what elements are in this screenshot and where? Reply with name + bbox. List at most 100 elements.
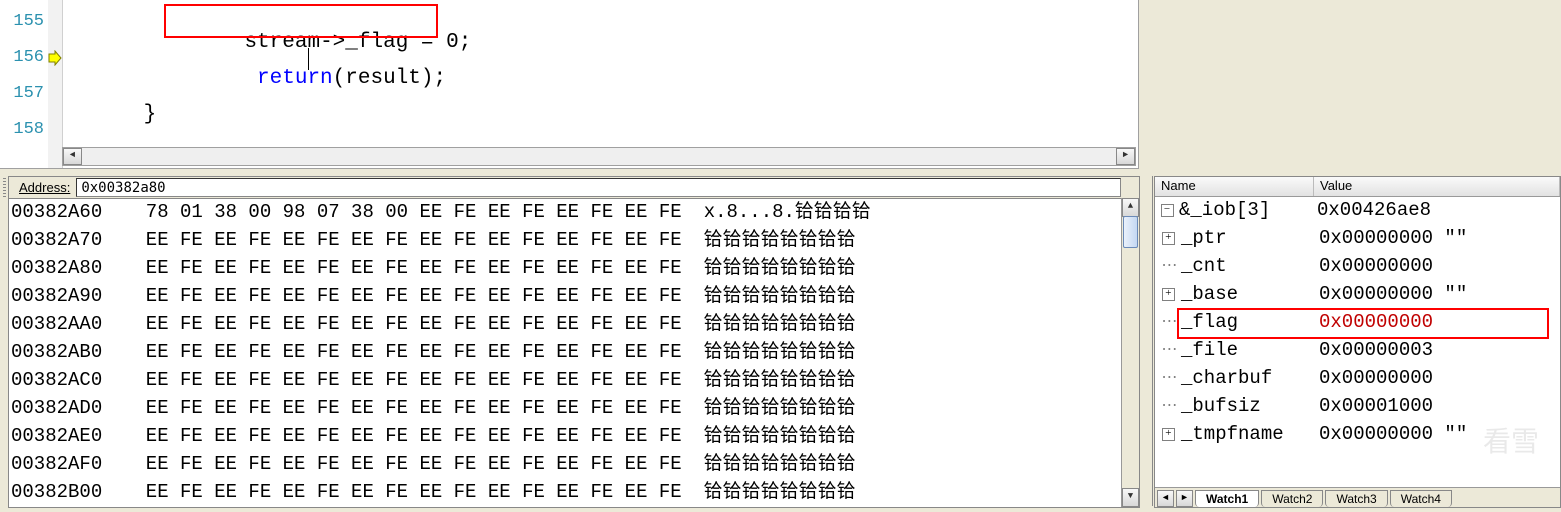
tree-leaf-icon: ⋯ — [1155, 364, 1179, 393]
expand-plus-icon[interactable]: + — [1155, 280, 1179, 308]
watch-name: _ptr — [1179, 224, 1315, 252]
watch-value: 0x00000000 "" — [1315, 280, 1560, 308]
memory-bytes: EE FE EE FE EE FE EE FE EE FE EE FE EE F… — [113, 282, 682, 310]
watch-row[interactable]: ⋯_file0x00000003 — [1155, 336, 1560, 364]
memory-bytes: EE FE EE FE EE FE EE FE EE FE EE FE EE F… — [113, 254, 682, 282]
current-line-arrow-icon — [48, 50, 62, 70]
watch-name: _base — [1179, 280, 1315, 308]
line-number: 156 — [0, 48, 44, 67]
memory-ascii: 铪铪铪铪铪铪铪铪 — [682, 254, 856, 282]
memory-address: 00382AB0 — [9, 338, 113, 366]
watch-row[interactable]: ⋯_cnt0x00000000 — [1155, 252, 1560, 280]
memory-address-bar: Address: — [9, 177, 1139, 199]
scroll-down-button[interactable]: ▼ — [1122, 488, 1139, 507]
memory-bytes: EE FE EE FE EE FE EE FE EE FE EE FE EE F… — [113, 422, 682, 450]
memory-ascii: 铪铪铪铪铪铪铪铪 — [682, 478, 856, 506]
watch-value: 0x00000003 — [1315, 336, 1560, 364]
code-body[interactable]: stream->_flag = 0; return(result); } — [62, 0, 1138, 168]
tree-leaf-icon: ⋯ — [1155, 252, 1179, 281]
code-token: 0 — [446, 31, 459, 54]
memory-hex-view[interactable]: 00382A60 78 01 38 00 98 07 38 00 EE FE E… — [9, 198, 1122, 507]
watch-row[interactable]: ⋯_bufsiz0x00001000 — [1155, 392, 1560, 420]
scroll-track[interactable] — [82, 148, 1116, 165]
memory-address: 00382A60 — [9, 198, 113, 226]
memory-bytes: EE FE EE FE EE FE EE FE EE FE EE FE EE F… — [113, 450, 682, 478]
memory-bytes: EE FE EE FE EE FE EE FE EE FE EE FE EE F… — [113, 394, 682, 422]
memory-bytes: EE FE EE FE EE FE EE FE EE FE EE FE EE F… — [113, 310, 682, 338]
memory-row[interactable]: 00382AB0 EE FE EE FE EE FE EE FE EE FE E… — [9, 338, 1122, 366]
expand-minus-icon[interactable]: − — [1155, 196, 1179, 224]
scroll-thumb[interactable] — [1123, 216, 1138, 248]
code-indent — [144, 67, 257, 90]
tree-leaf-icon: ⋯ — [1155, 392, 1179, 421]
watch-value: 0x00001000 — [1315, 392, 1560, 420]
highlight-box — [1177, 308, 1549, 339]
tab-watch3[interactable]: Watch3 — [1325, 490, 1387, 507]
memory-row[interactable]: 00382AA0 EE FE EE FE EE FE EE FE EE FE E… — [9, 310, 1122, 338]
watch-name: _file — [1179, 336, 1315, 364]
memory-ascii: 铪铪铪铪铪铪铪铪 — [682, 422, 856, 450]
code-token: } — [144, 103, 157, 126]
watch-row[interactable]: +_tmpfname0x00000000 "" — [1155, 420, 1560, 448]
memory-row[interactable]: 00382A60 78 01 38 00 98 07 38 00 EE FE E… — [9, 198, 1122, 226]
watch-name: _charbuf — [1179, 364, 1315, 392]
tab-scroll-right[interactable]: ► — [1176, 490, 1193, 507]
memory-bytes: EE FE EE FE EE FE EE FE EE FE EE FE EE F… — [113, 478, 682, 506]
memory-row[interactable]: 00382AC0 EE FE EE FE EE FE EE FE EE FE E… — [9, 366, 1122, 394]
text-caret — [308, 48, 309, 70]
memory-address: 00382A80 — [9, 254, 113, 282]
memory-address: 00382A90 — [9, 282, 113, 310]
pane-resize-handle[interactable] — [1144, 176, 1153, 506]
watch-header-value[interactable]: Value — [1314, 177, 1560, 196]
watch-value: 0x00000000 — [1315, 252, 1560, 280]
watch-value: 0x00000000 "" — [1315, 224, 1560, 252]
expand-plus-icon[interactable]: + — [1155, 420, 1179, 448]
memory-ascii: x.8...8.铪铪铪铪 — [682, 198, 871, 226]
expand-plus-icon[interactable]: + — [1155, 224, 1179, 252]
code-token: ; — [459, 31, 472, 54]
memory-row[interactable]: 00382B00 EE FE EE FE EE FE EE FE EE FE E… — [9, 478, 1122, 506]
tree-leaf-icon: ⋯ — [1155, 336, 1179, 365]
scroll-right-button[interactable]: ► — [1116, 148, 1135, 165]
line-number-gutter: 155 156 157 158 — [0, 0, 49, 168]
memory-address: 00382A70 — [9, 226, 113, 254]
watch-row[interactable]: +_base0x00000000 "" — [1155, 280, 1560, 308]
memory-row[interactable]: 00382AF0 EE FE EE FE EE FE EE FE EE FE E… — [9, 450, 1122, 478]
address-input[interactable] — [76, 178, 1121, 197]
watch-tabs: ◄ ► Watch1 Watch2 Watch3 Watch4 — [1155, 487, 1560, 507]
scroll-up-button[interactable]: ▲ — [1122, 198, 1139, 217]
memory-bytes: EE FE EE FE EE FE EE FE EE FE EE FE EE F… — [113, 338, 682, 366]
line-number: 158 — [0, 120, 44, 139]
horizontal-scrollbar[interactable]: ◄ ► — [62, 147, 1136, 166]
watch-row[interactable]: ⋯_charbuf0x00000000 — [1155, 364, 1560, 392]
watch-value: 0x00000000 — [1315, 364, 1560, 392]
marker-column — [48, 0, 63, 168]
memory-row[interactable]: 00382AD0 EE FE EE FE EE FE EE FE EE FE E… — [9, 394, 1122, 422]
code-token: (result); — [333, 67, 446, 90]
tree-leaf-icon: ⋯ — [1155, 308, 1179, 337]
vertical-scrollbar[interactable]: ▲ ▼ — [1121, 198, 1139, 507]
tab-watch2[interactable]: Watch2 — [1261, 490, 1323, 507]
watch-row[interactable]: −&_iob[3]0x00426ae8 — [1155, 196, 1560, 224]
watch-body[interactable]: −&_iob[3]0x00426ae8 +_ptr0x00000000 "" ⋯… — [1155, 196, 1560, 488]
watch-row[interactable]: +_ptr0x00000000 "" — [1155, 224, 1560, 252]
memory-bytes: EE FE EE FE EE FE EE FE EE FE EE FE EE F… — [113, 366, 682, 394]
watch-pane: Name Value −&_iob[3]0x00426ae8 +_ptr0x00… — [1154, 176, 1561, 508]
memory-address: 00382AE0 — [9, 422, 113, 450]
scroll-left-button[interactable]: ◄ — [63, 148, 82, 165]
memory-bytes: EE FE EE FE EE FE EE FE EE FE EE FE EE F… — [113, 226, 682, 254]
memory-ascii: 铪铪铪铪铪铪铪铪 — [682, 450, 856, 478]
memory-pane: Address: 00382A60 78 01 38 00 98 07 38 0… — [8, 176, 1140, 508]
tab-watch1[interactable]: Watch1 — [1195, 490, 1259, 507]
tab-watch4[interactable]: Watch4 — [1390, 490, 1452, 507]
memory-row[interactable]: 00382A70 EE FE EE FE EE FE EE FE EE FE E… — [9, 226, 1122, 254]
memory-row[interactable]: 00382A80 EE FE EE FE EE FE EE FE EE FE E… — [9, 254, 1122, 282]
tab-scroll-left[interactable]: ◄ — [1157, 490, 1174, 507]
memory-ascii: 铪铪铪铪铪铪铪铪 — [682, 226, 856, 254]
memory-address: 00382AA0 — [9, 310, 113, 338]
watch-name: _bufsiz — [1179, 392, 1315, 420]
memory-row[interactable]: 00382A90 EE FE EE FE EE FE EE FE EE FE E… — [9, 282, 1122, 310]
memory-ascii: 铪铪铪铪铪铪铪铪 — [682, 282, 856, 310]
watch-header-name[interactable]: Name — [1155, 177, 1314, 196]
memory-row[interactable]: 00382AE0 EE FE EE FE EE FE EE FE EE FE E… — [9, 422, 1122, 450]
